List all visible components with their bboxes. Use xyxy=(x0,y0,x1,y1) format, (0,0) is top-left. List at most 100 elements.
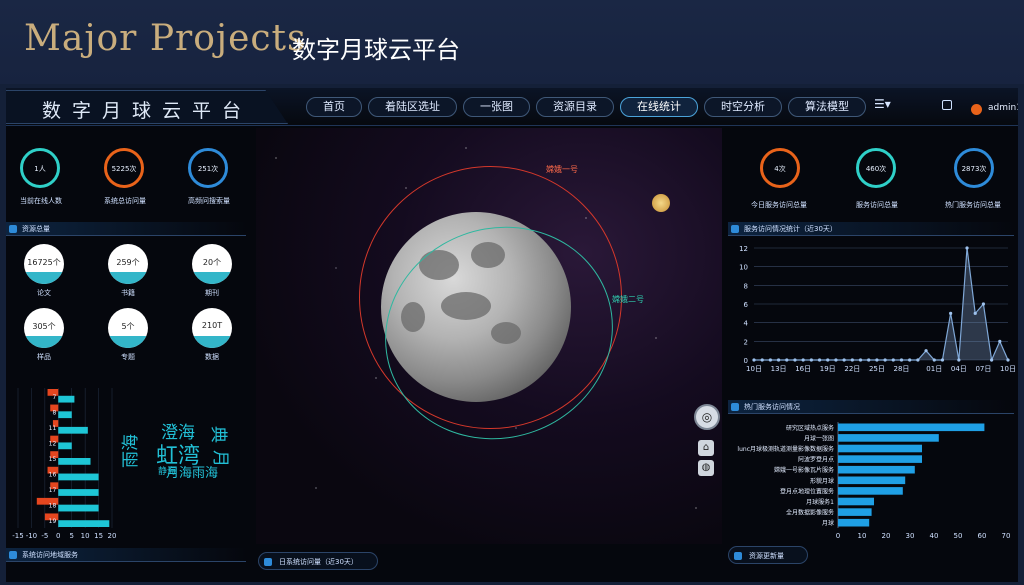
resources-section-title: 资源总量 xyxy=(6,222,246,236)
tab-home[interactable]: 首页 xyxy=(306,97,362,117)
satellite-2-label: 嫦娥二号 xyxy=(612,295,644,304)
moon-3d-view[interactable]: 嫦娥一号 嫦娥二号 xyxy=(256,128,722,544)
slide-title-english: Major Projects xyxy=(24,18,307,59)
x-tick-label: 10 xyxy=(858,532,867,540)
bar-positive xyxy=(58,442,72,450)
y-tick-label: 2 xyxy=(744,338,748,346)
category-label: 阿波罗登月点 xyxy=(798,456,834,464)
category-label: 7 xyxy=(52,394,56,401)
resource-value: 20个 xyxy=(202,258,222,267)
top-bar: 数字月球云平台 首页 着陆区选址 一张图 资源目录 在线统计 时空分析 算法模型… xyxy=(6,88,1018,126)
brand-title: 数字月球云平台 xyxy=(42,100,253,122)
resource-update-title: 资源更新量 xyxy=(728,546,808,564)
tab-online-stats[interactable]: 在线统计 xyxy=(620,97,698,117)
x-tick-label: 10 xyxy=(81,532,90,540)
avatar[interactable] xyxy=(971,104,982,115)
globe-icon[interactable]: ◍ xyxy=(698,460,714,476)
x-tick-label: 0 xyxy=(836,532,840,540)
slide-title-chinese: 数字月球云平台 xyxy=(292,36,460,64)
category-label: 研究区域热点服务 xyxy=(786,424,834,432)
resource-papers: 16725个 xyxy=(24,244,64,284)
menu-icon[interactable]: ☰▾ xyxy=(874,97,892,111)
compass-icon[interactable]: ◎ xyxy=(694,404,720,430)
tab-one-map[interactable]: 一张图 xyxy=(463,97,530,117)
x-tick-label: 13日 xyxy=(771,365,787,373)
resource-value: 210T xyxy=(201,321,223,330)
category-label: 嫦娥一号影像瓦片服务 xyxy=(774,466,834,474)
ring-caption: 服务访问总量 xyxy=(856,201,898,209)
data-point xyxy=(883,358,887,362)
home-icon[interactable]: ⌂ xyxy=(698,440,714,456)
bar xyxy=(838,518,870,527)
data-point xyxy=(834,358,838,362)
category-label: 月球服务1 xyxy=(806,498,834,506)
category-label: 18 xyxy=(49,503,57,510)
dashboard-screenshot: 数字月球云平台 首页 着陆区选址 一张图 资源目录 在线统计 时空分析 算法模型… xyxy=(6,88,1018,582)
category-label: 登月点地理位置服务 xyxy=(780,487,834,495)
slide-header: Major Projects 数字月球云平台 xyxy=(0,0,1024,84)
ring-value: 460次 xyxy=(865,165,887,173)
resource-data: 210T xyxy=(192,308,232,348)
bar xyxy=(838,423,985,432)
ring-caption: 今日服务访问总量 xyxy=(751,201,807,209)
resource-caption: 数据 xyxy=(205,353,219,361)
x-tick-label: 60 xyxy=(978,532,987,540)
x-tick-label: 01日 xyxy=(926,365,942,373)
service-total-ring: 460次 xyxy=(856,148,896,188)
tab-landing-site[interactable]: 着陆区选址 xyxy=(368,97,457,117)
data-point xyxy=(801,358,805,362)
y-tick-label: 10 xyxy=(739,264,748,272)
today-service-ring: 4次 xyxy=(760,148,800,188)
right-panel: 4次 今日服务访问总量 460次 服务访问总量 2873次 热门服务访问总量 服… xyxy=(724,128,1018,582)
bar xyxy=(838,465,915,474)
data-point xyxy=(867,358,871,362)
ring-value: 5225次 xyxy=(111,165,137,173)
user-name[interactable]: admin1 xyxy=(988,103,1018,113)
notification-icon[interactable] xyxy=(942,100,952,110)
x-tick-label: 0 xyxy=(56,532,60,540)
category-label: 17 xyxy=(49,487,57,494)
data-point xyxy=(785,358,789,362)
tab-algorithm-model[interactable]: 算法模型 xyxy=(788,97,866,117)
ring-caption: 系统总访问量 xyxy=(104,197,146,205)
data-point xyxy=(899,358,904,362)
data-point xyxy=(768,358,772,362)
resource-value: 305个 xyxy=(32,322,56,331)
data-point xyxy=(891,358,895,362)
category-label: 月球 xyxy=(822,519,834,527)
data-point xyxy=(875,358,879,362)
data-point xyxy=(793,358,797,362)
data-point xyxy=(1006,358,1010,362)
resource-caption: 专题 xyxy=(121,353,135,361)
x-tick-label: 20 xyxy=(108,532,117,540)
bar xyxy=(838,508,872,516)
service-line-chart: 0 2 4 6 8 10 12 10日 13日 16日 19日 22日 25日 28日 01日 04日 07日 1… xyxy=(739,245,1016,373)
data-point xyxy=(809,358,813,362)
data-point xyxy=(981,302,986,306)
word-cloud-term: 典 xyxy=(208,426,228,443)
resource-caption: 期刊 xyxy=(205,289,219,297)
x-tick-label: 40 xyxy=(930,532,939,540)
tab-resource-catalog[interactable]: 资源目录 xyxy=(536,97,614,117)
satellite-1-label: 嫦娥一号 xyxy=(546,165,578,174)
tab-spatiotemporal[interactable]: 时空分析 xyxy=(704,97,782,117)
left-panel: 1人 当前在线人数 5225次 系统总访问量 251次 高频问搜索量 资源总量 … xyxy=(6,128,254,582)
x-tick-label: 20 xyxy=(882,532,891,540)
data-point xyxy=(998,339,1002,343)
x-tick-label: 28日 xyxy=(894,365,910,373)
bar-positive xyxy=(58,395,75,403)
data-point xyxy=(924,349,928,353)
bar xyxy=(838,476,906,485)
data-point xyxy=(776,358,781,362)
data-point xyxy=(957,358,961,362)
x-tick-label: -10 xyxy=(26,532,37,540)
category-label: 15 xyxy=(49,456,57,463)
x-tick-label: 15 xyxy=(94,532,103,540)
word-cloud-term: 雨海 xyxy=(121,434,141,468)
word-cloud-term: 月海雨海 xyxy=(166,466,219,481)
x-tick-label: 07日 xyxy=(975,365,991,373)
x-tick-label: 70 xyxy=(1002,532,1011,540)
search-count-ring: 251次 xyxy=(188,148,228,188)
bar-positive xyxy=(58,411,72,419)
data-point xyxy=(908,358,912,362)
